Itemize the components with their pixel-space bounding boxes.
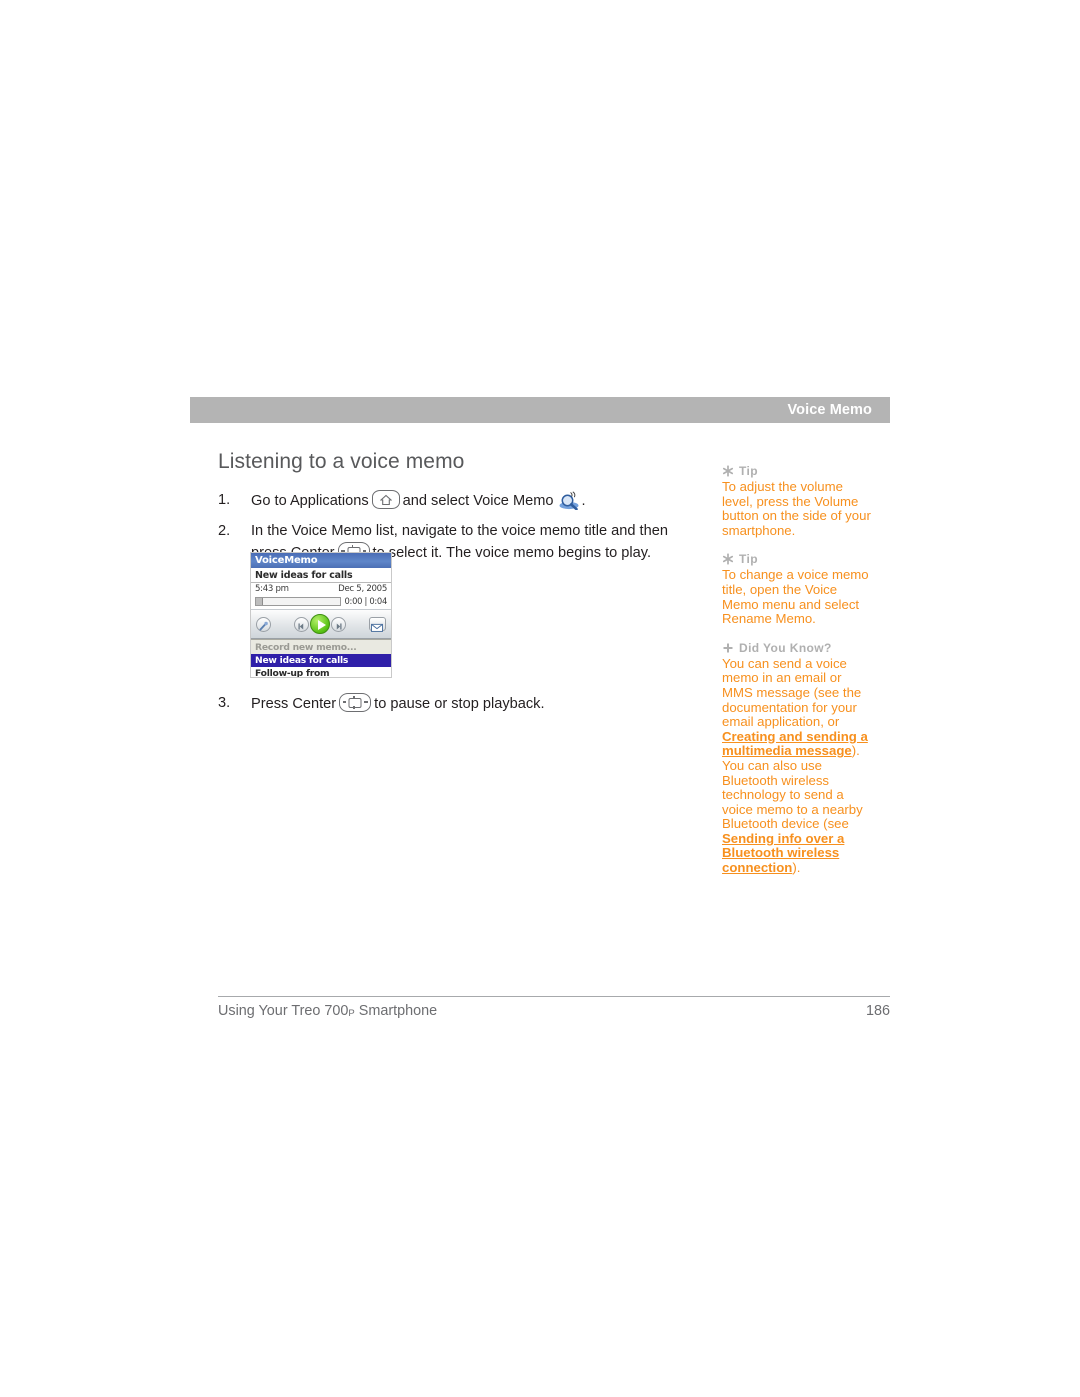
nav-arm-right [364,701,368,703]
transport-buttons [294,614,346,634]
playback-progress-thumb[interactable] [256,597,263,605]
nav-arm-up [351,545,354,548]
tip-label-text: Tip [739,552,758,567]
step-text-before: Press Center [251,696,337,712]
did-you-know-block: Did You Know? You can send a voice memo … [722,641,872,876]
steps-list-continued: 3. Press Center to pause or stop playback. [218,693,688,724]
did-you-know-body-text: You can send a voice memo in an email or… [722,655,868,876]
running-header-bar: Voice Memo [190,397,890,423]
sidebar-tips: Tip To adjust the volume level, press th… [722,464,872,890]
footer-title-after: Smartphone [354,1003,438,1019]
nav-arm-up [353,696,355,699]
page-number: 186 [865,1003,890,1019]
list-item-selected[interactable]: New ideas for calls [251,654,391,667]
device-progress-row: 0:00 | 0:04 [251,594,391,606]
device-memo-meta: 5:43 pm Dec 5, 2005 [251,583,391,594]
step-text-after: . [581,493,586,509]
footer-title-before: Using Your Treo 700 [218,1003,349,1019]
step-text-before: Go to Applications [251,493,369,509]
step-item-1: 1. Go to Applications and select Voice Mem… [218,490,688,512]
home-key-icon [371,490,400,509]
asterisk-glyph [722,553,734,566]
step-text-middle: to pause or stop playback. [374,696,545,712]
asterisk-icon [722,465,734,477]
record-microphone-button[interactable] [256,616,271,632]
fast-forward-button[interactable] [331,616,346,632]
page-title: Listening to a voice memo [218,450,465,473]
step-text-middle: to select it. The voice memo begins to p… [372,545,652,561]
device-memo-time: 5:43 pm [255,584,289,594]
plus-glyph [723,643,733,653]
asterisk-glyph [722,465,734,477]
device-app-titlebar: VoiceMemo [251,553,391,568]
center-pad-glyph [348,697,362,708]
footer-book-title: Using Your Treo 700P Smartphone [218,1003,437,1019]
step-number: 2. [218,523,231,539]
tip-body-text: To change a voice memo title, open the V… [722,567,869,627]
envelope-icon [371,623,383,632]
tip-block-rename: Tip To change a voice memo title, open t… [722,552,872,626]
tip-block-volume: Tip To adjust the volume level, press th… [722,464,872,538]
microphone-icon [259,621,268,630]
nav-arm-down [353,706,355,709]
center-key-icon [339,693,372,712]
step-text-middle: and select Voice Memo [402,493,554,509]
did-you-know-label-text: Did You Know? [739,640,832,655]
footer-title-superscript: P [348,1008,355,1019]
house-glyph [379,494,392,505]
play-button[interactable] [310,614,330,634]
fast-forward-icon [336,622,342,630]
list-item-record-new-memo[interactable]: Record new memo... [251,641,391,654]
plus-icon [722,642,734,654]
device-screenshot: VoiceMemo New ideas for calls 5:43 pm De… [250,552,392,678]
step-number: 1. [218,492,231,508]
footer-divider [218,996,890,997]
tip-label-text: Tip [739,464,758,478]
device-memo-date: Dec 5, 2005 [338,584,387,594]
running-header-title: Voice Memo [787,402,872,418]
nav-arm-left [342,701,347,703]
asterisk-icon [722,553,734,566]
playback-time-readout: 0:00 | 0:04 [344,596,388,606]
playback-progress-bar[interactable] [255,596,341,606]
rewind-icon [298,622,304,630]
tip-heading: Tip [722,464,872,478]
tip-body-text: To adjust the volume level, press the Vo… [722,479,871,538]
device-playback-controls [251,609,391,639]
did-you-know-heading: Did You Know? [722,641,872,655]
voice-memo-list: Record new memo... New ideas for calls F… [251,639,391,677]
page-footer: Using Your Treo 700P Smartphone 186 [218,1003,890,1019]
voice-memo-list-pane: New ideas for calls Follow-up from Agend… [251,654,391,677]
step-item-3: 3. Press Center to pause or stop playback. [218,693,688,715]
step-number: 3. [218,695,231,711]
rewind-button[interactable] [294,616,309,632]
list-item[interactable]: Follow-up from [251,667,391,677]
device-memo-title: New ideas for calls [251,568,391,583]
voice-memo-glyph [559,491,579,511]
voice-memo-app-icon [558,491,580,511]
manual-page: Voice Memo Listening to a voice memo 1. G… [0,0,1080,1397]
tip-heading: Tip [722,552,872,566]
send-email-button[interactable] [369,617,386,632]
